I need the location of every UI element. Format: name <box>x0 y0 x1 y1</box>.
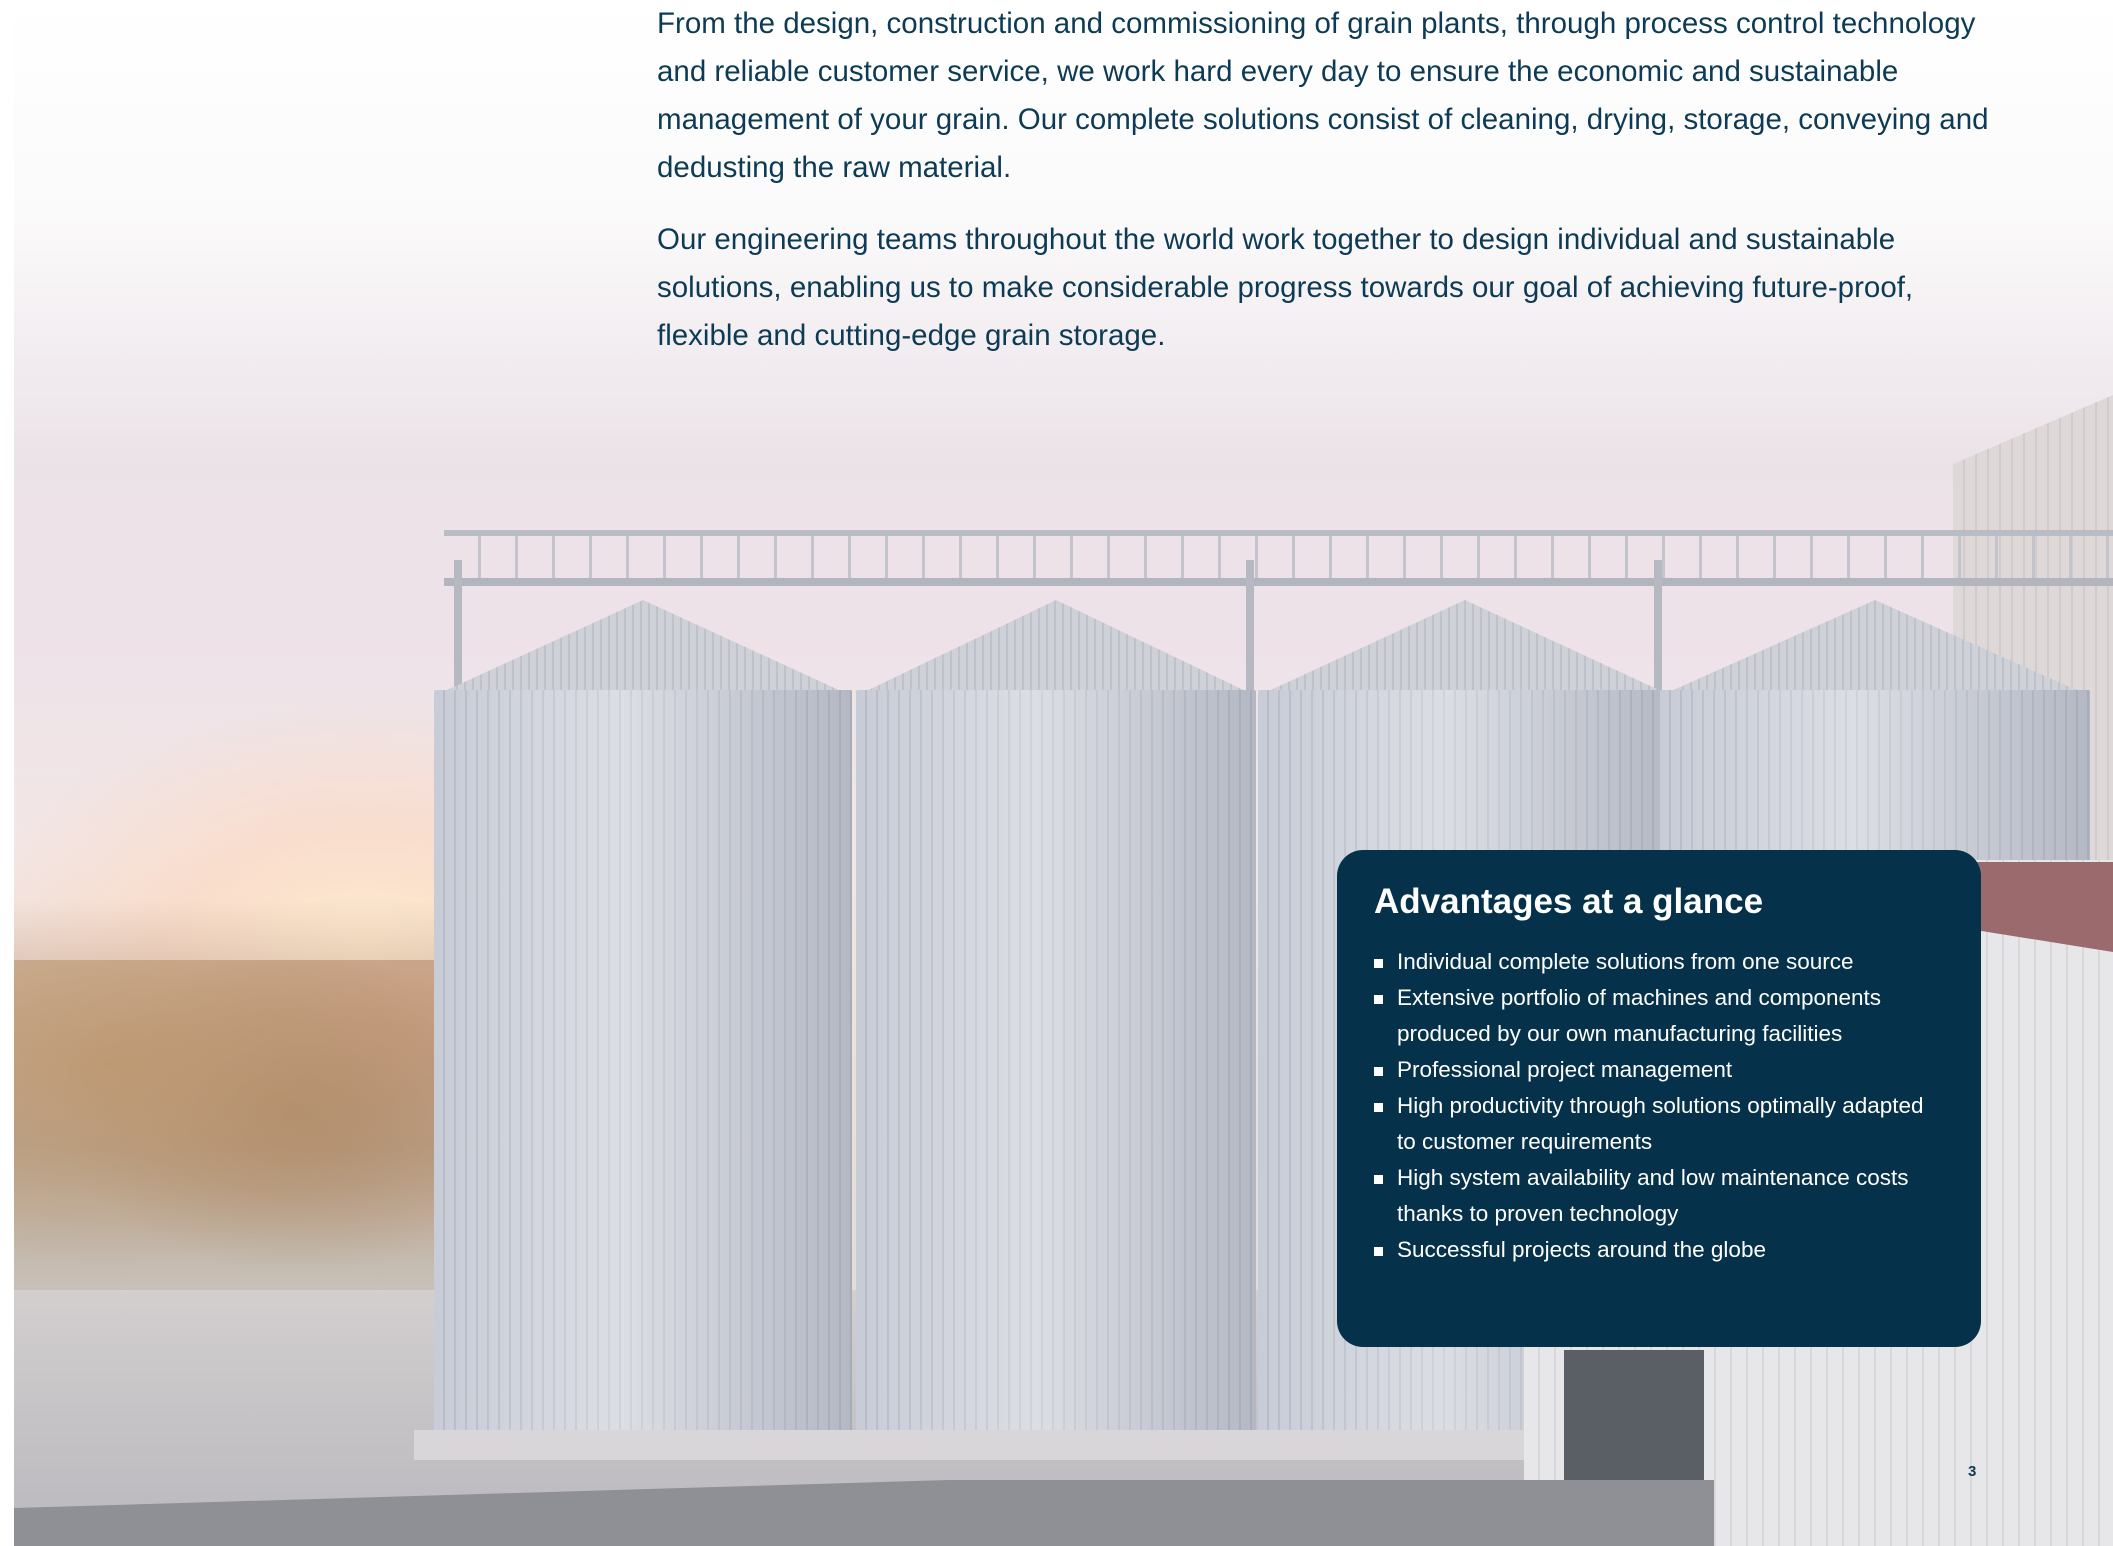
list-item: High productivity through solutions opti… <box>1374 1088 1945 1160</box>
square-bullet-icon <box>1374 1175 1383 1184</box>
square-bullet-icon <box>1374 995 1383 1004</box>
advantages-list: Individual complete solutions from one s… <box>1374 944 1945 1268</box>
conveyor-gantry <box>444 530 2113 586</box>
intro-paragraph: From the design, construction and commis… <box>657 7 1989 184</box>
treeline <box>14 960 484 1300</box>
list-item: Extensive portfolio of machines and comp… <box>1374 980 1945 1052</box>
silo-roof <box>856 600 1256 696</box>
advantage-text: Individual complete solutions from one s… <box>1397 949 1854 974</box>
advantage-text: Professional project management <box>1397 1057 1733 1082</box>
silo-foundation <box>414 1430 1524 1460</box>
list-item: Individual complete solutions from one s… <box>1374 944 1945 980</box>
silo-roof <box>1258 600 1672 696</box>
advantage-text: Successful projects around the globe <box>1397 1237 1766 1262</box>
square-bullet-icon <box>1374 1067 1383 1076</box>
silo-roof <box>434 600 852 696</box>
square-bullet-icon <box>1374 1103 1383 1112</box>
page-number: 3 <box>1968 1463 1977 1480</box>
silo <box>856 690 1256 1460</box>
intro-paragraph: Our engineering teams throughout the wor… <box>657 223 1914 352</box>
advantage-text: High productivity through solutions opti… <box>1397 1093 1924 1154</box>
square-bullet-icon <box>1374 1247 1383 1256</box>
list-item: Professional project management <box>1374 1052 1945 1088</box>
advantage-text: Extensive portfolio of machines and comp… <box>1397 985 1882 1046</box>
list-item: High system availability and low mainten… <box>1374 1160 1945 1232</box>
advantage-text: High system availability and low mainten… <box>1397 1165 1909 1226</box>
advantages-title: Advantages at a glance <box>1374 882 1764 921</box>
intro-text: From the design, construction and commis… <box>657 0 1997 384</box>
silo <box>434 690 852 1460</box>
list-item: Successful projects around the globe <box>1374 1232 1945 1268</box>
square-bullet-icon <box>1374 959 1383 968</box>
advantages-card: Advantages at a glance Individual comple… <box>1337 850 1981 1347</box>
